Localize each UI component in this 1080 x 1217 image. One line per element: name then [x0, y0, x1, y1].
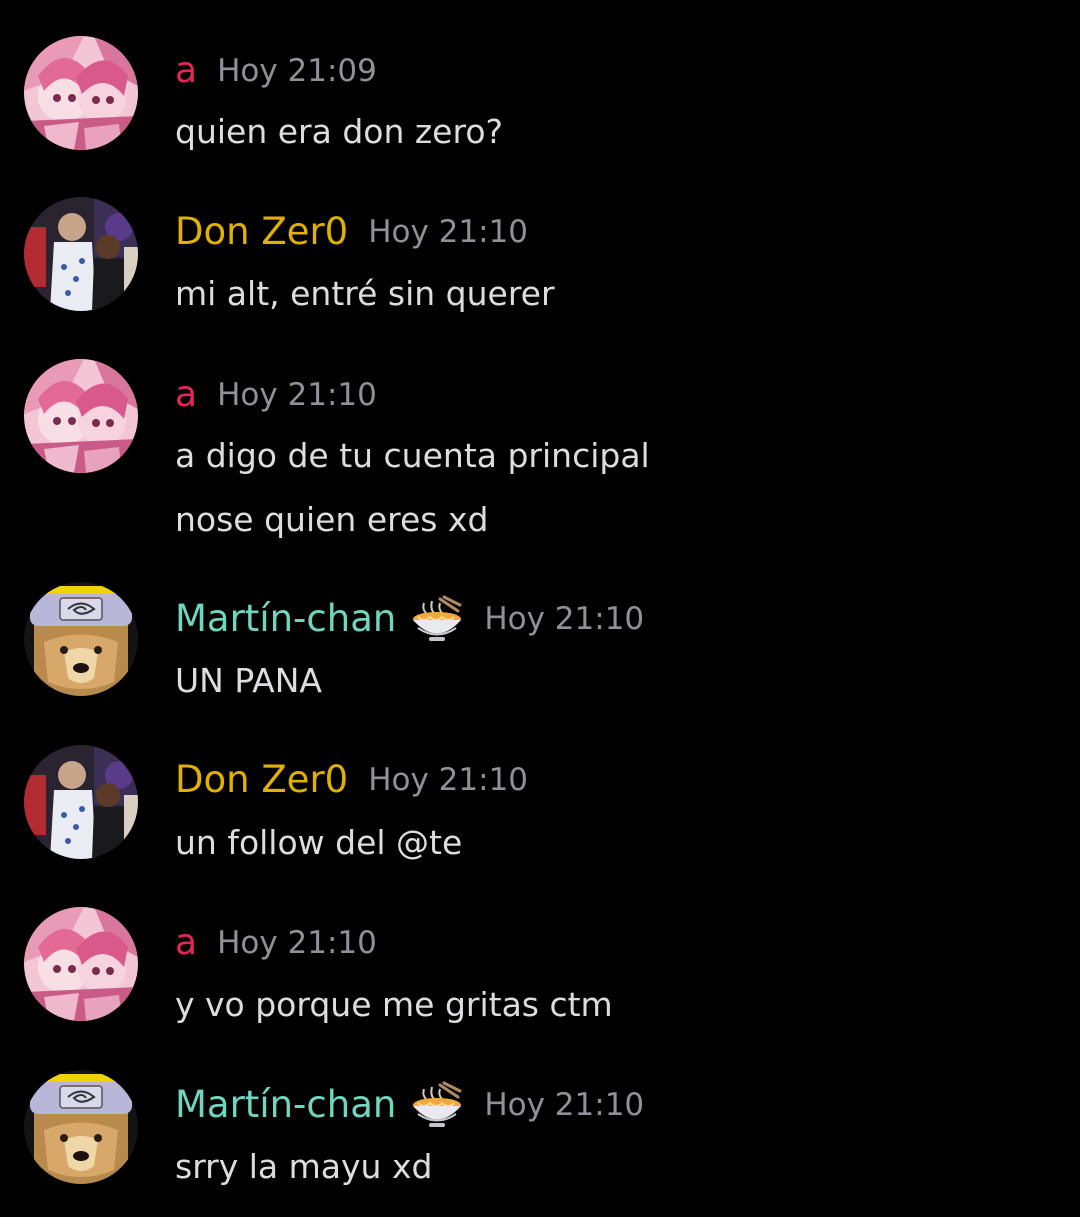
message-text: un follow del @te — [175, 823, 463, 862]
user-avatar-image — [24, 359, 138, 473]
ramen-bowl-icon — [410, 595, 464, 643]
avatar[interactable] — [24, 197, 138, 311]
author-name[interactable]: Don Zer0 — [175, 207, 348, 257]
timestamp: Hoy 21:10 — [217, 377, 377, 413]
author-name[interactable]: Martín-chan — [175, 594, 396, 644]
message-text: quien era don zero? — [175, 112, 504, 151]
author-name[interactable]: Martín-chan — [175, 1080, 396, 1130]
user-avatar-image — [24, 36, 138, 150]
user-avatar-image — [24, 745, 138, 859]
author-name[interactable]: a — [175, 370, 197, 420]
message-header: a Hoy 21:09 — [175, 46, 377, 96]
message-header: a Hoy 21:10 — [175, 918, 377, 968]
message-header: Don Zer0 Hoy 21:10 — [175, 207, 528, 257]
message-text: srry la mayu xd — [175, 1147, 433, 1186]
timestamp: Hoy 21:10 — [217, 925, 377, 961]
avatar[interactable] — [24, 36, 138, 150]
author-name[interactable]: a — [175, 46, 197, 96]
ramen-bowl-icon — [410, 1081, 464, 1129]
timestamp: Hoy 21:09 — [217, 53, 377, 89]
avatar[interactable] — [24, 359, 138, 473]
message-text: nose quien eres xd — [175, 500, 489, 539]
user-avatar-image — [24, 1070, 138, 1184]
timestamp: Hoy 21:10 — [368, 214, 529, 250]
user-avatar-image — [24, 197, 138, 311]
user-avatar-image — [24, 582, 138, 696]
author-name[interactable]: Don Zer0 — [175, 755, 348, 805]
message-text: UN PANA — [175, 661, 322, 700]
avatar[interactable] — [24, 1070, 138, 1184]
avatar[interactable] — [24, 745, 138, 859]
avatar[interactable] — [24, 582, 138, 696]
message-header: Don Zer0 Hoy 21:10 — [175, 755, 528, 805]
message-header: a Hoy 21:10 — [175, 370, 377, 420]
message-header: Martín-chan Hoy 21:10 — [175, 1080, 644, 1130]
avatar[interactable] — [24, 907, 138, 1021]
message-text: mi alt, entré sin querer — [175, 274, 555, 313]
message-text: a digo de tu cuenta principal — [175, 436, 650, 475]
timestamp: Hoy 21:10 — [484, 1087, 645, 1123]
timestamp: Hoy 21:10 — [484, 601, 645, 637]
message-text: y vo porque me gritas ctm — [175, 985, 613, 1024]
message-header: Martín-chan Hoy 21:10 — [175, 594, 644, 644]
timestamp: Hoy 21:10 — [368, 762, 529, 798]
user-avatar-image — [24, 907, 138, 1021]
author-name[interactable]: a — [175, 918, 197, 968]
